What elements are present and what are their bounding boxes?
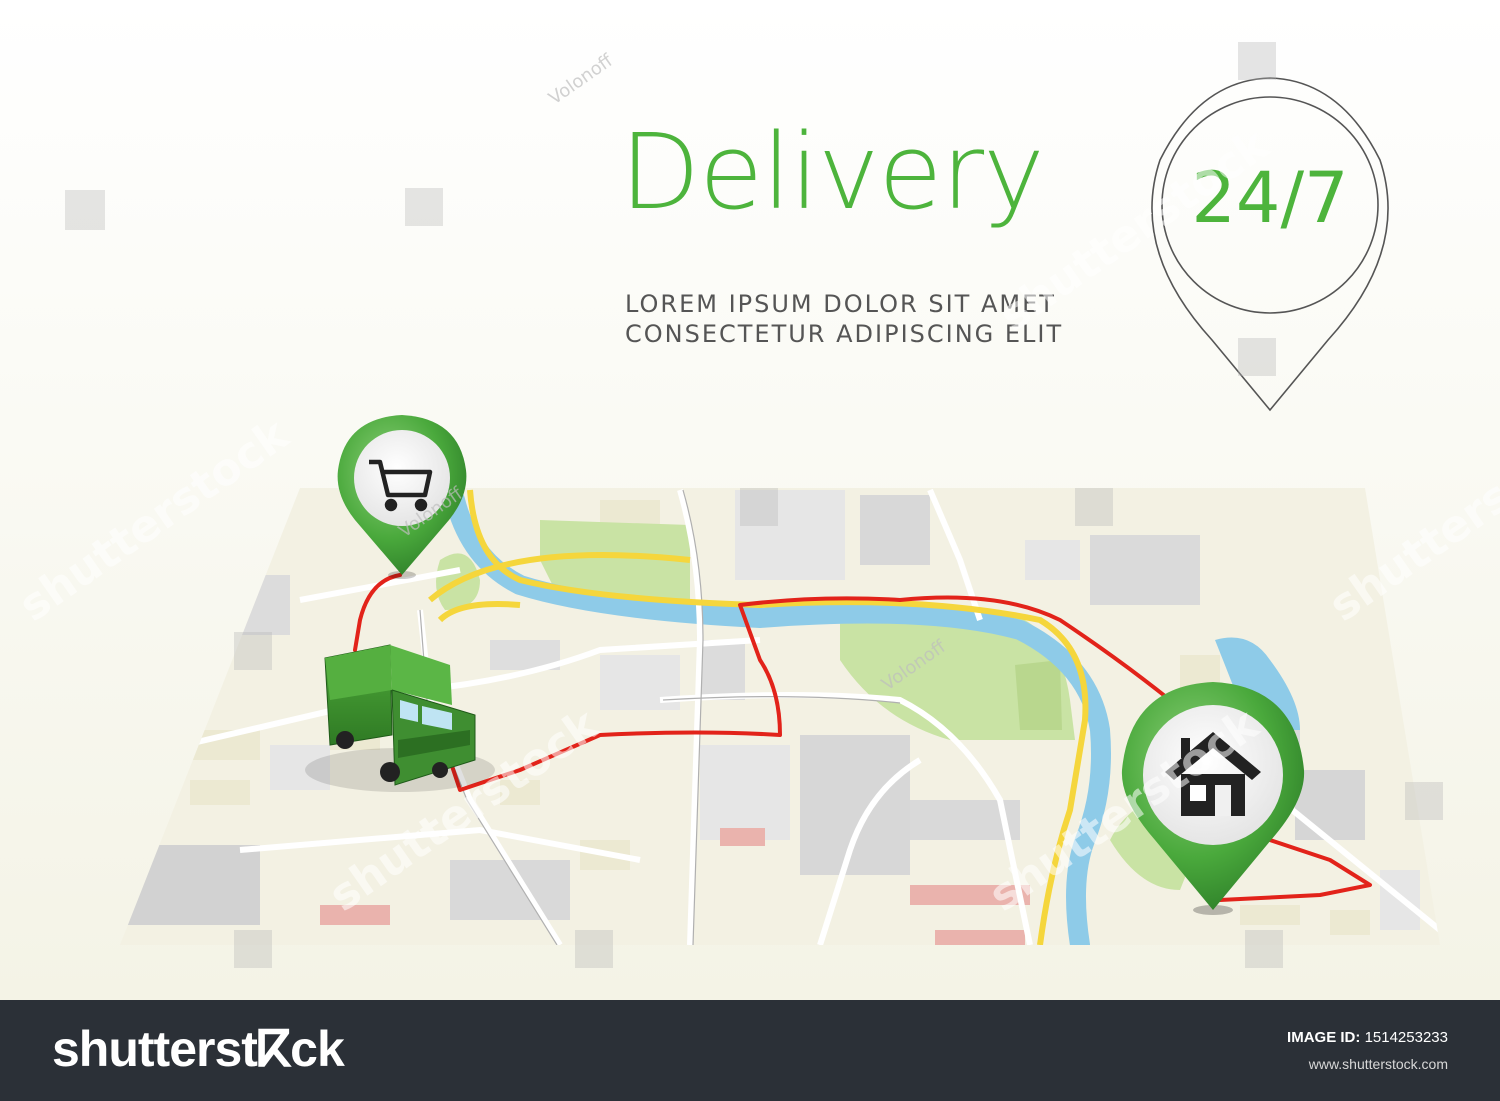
subtitle-line-1: LOREM IPSUM DOLOR SIT AMET [625, 290, 1056, 318]
subtitle-line-2: CONSECTETUR ADIPISCING ELIT [625, 320, 1064, 348]
footer-bar: shutterstⴽck IMAGE ID: 1514253233 www.sh… [0, 1000, 1500, 1101]
image-id-label: IMAGE ID: [1287, 1029, 1361, 1046]
illustration: Delivery LOREM IPSUM DOLOR SIT AMET CONS… [0, 0, 1500, 1000]
brand-logo: shutterstⴽck [52, 1021, 345, 1077]
headline: Delivery [620, 111, 1045, 233]
site-url: www.shutterstock.com [1308, 1056, 1448, 1072]
image-id: IMAGE ID: 1514253233 [1287, 1030, 1448, 1045]
image-id-value: 1514253233 [1364, 1029, 1448, 1046]
hours-label: 24/7 [1191, 157, 1349, 239]
